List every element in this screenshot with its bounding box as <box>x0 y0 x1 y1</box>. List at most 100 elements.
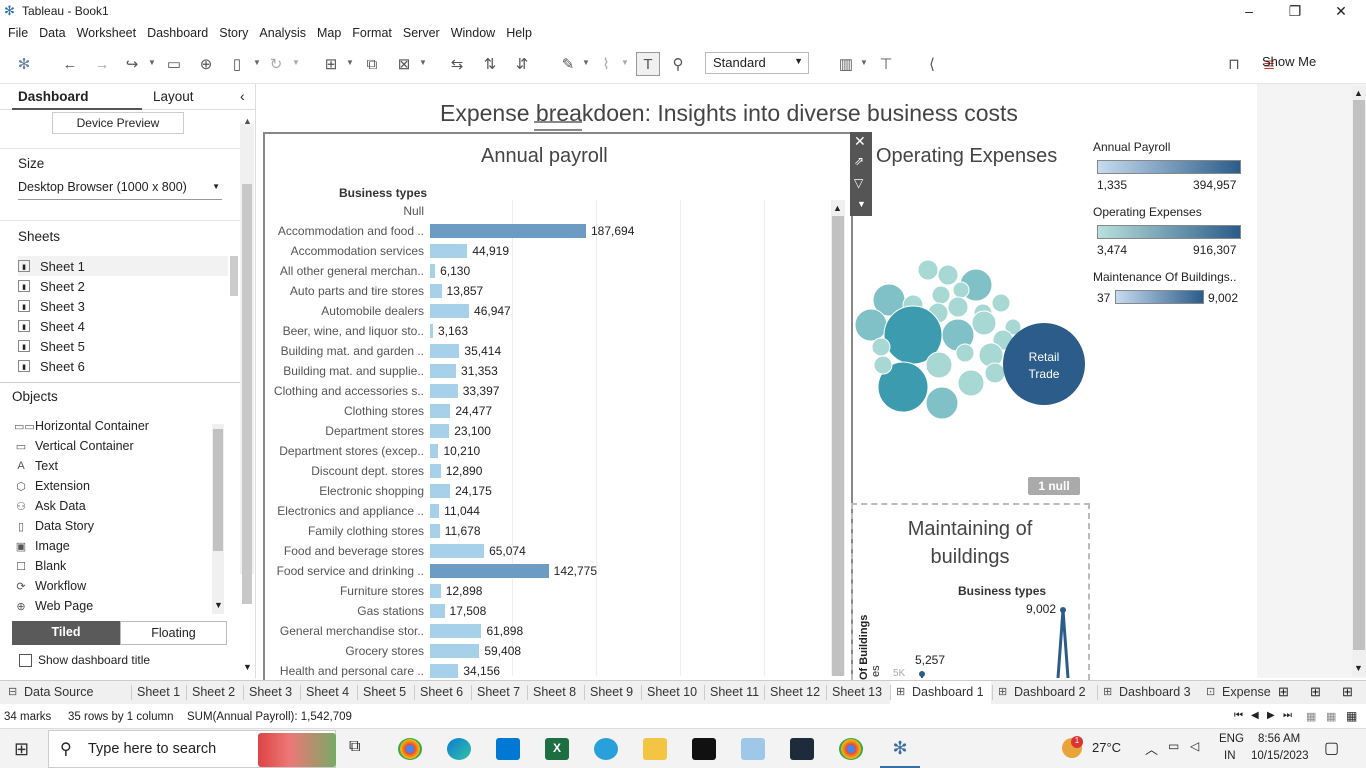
tab-sheet-6[interactable]: Sheet 6 <box>420 685 463 699</box>
bar-row[interactable]: Electronics and appliance .. 11,044 <box>264 501 834 521</box>
presentation-mode-icon[interactable]: ⊤ <box>874 52 898 76</box>
expense-bubble[interactable] <box>931 285 951 305</box>
group-members-icon[interactable]: ⌇ <box>594 52 618 76</box>
sheet-item-2[interactable]: ▮ Sheet 2 <box>18 276 228 296</box>
save-icon[interactable]: ▭ <box>162 52 186 76</box>
menu-story[interactable]: Story <box>219 26 248 40</box>
collapse-pane-icon[interactable]: ‹ <box>240 88 245 104</box>
expense-bubble[interactable] <box>971 310 997 336</box>
replace-data-icon[interactable]: ↪ <box>120 52 144 76</box>
tiled-button[interactable]: Tiled <box>12 621 120 645</box>
bar-row[interactable]: Health and personal care .. 34,156 <box>264 661 834 681</box>
bar-row[interactable]: General merchandise stor.. 61,898 <box>264 621 834 641</box>
expense-bubble[interactable] <box>937 264 959 286</box>
menu-server[interactable]: Server <box>403 26 440 40</box>
new-data-source-icon[interactable]: ⊕ <box>194 52 218 76</box>
bar-row[interactable]: Department stores 23,100 <box>264 421 834 441</box>
bar-row[interactable]: Electronic shopping 24,175 <box>264 481 834 501</box>
sheet-item-6[interactable]: ▮ Sheet 6 <box>18 356 228 376</box>
fix-axes-icon[interactable]: ⚲ <box>666 52 690 76</box>
chevron-down-icon[interactable]: ▼ <box>292 58 300 67</box>
payroll-bar[interactable] <box>430 644 480 658</box>
sheet-item-1[interactable]: ▮ Sheet 1 <box>18 256 228 276</box>
bar-row[interactable]: Building mat. and supplie.. 31,353 <box>264 361 834 381</box>
bar-row[interactable]: Automobile dealers 46,947 <box>264 301 834 321</box>
menu-help[interactable]: Help <box>506 26 532 40</box>
temperature[interactable]: 27°C <box>1092 740 1121 755</box>
object-data-story[interactable]: ▯ Data Story <box>14 516 94 536</box>
windows-start-icon[interactable]: ⊞ <box>14 739 29 760</box>
tab-sheet-1[interactable]: Sheet 1 <box>137 685 180 699</box>
tab-data-source[interactable]: ⊟ Data Source <box>8 685 93 699</box>
object-ask-data[interactable]: ⚇ Ask Data <box>14 496 86 516</box>
clock-date[interactable]: 10/15/2023 <box>1251 750 1309 762</box>
undo-icon[interactable]: ← <box>58 52 82 76</box>
chevron-down-icon[interactable]: ▼ <box>419 58 427 67</box>
payroll-bar[interactable] <box>430 264 436 278</box>
show-tabs-icon[interactable]: ▦ <box>1326 710 1336 723</box>
refresh-icon[interactable]: ↻ <box>264 52 288 76</box>
bar-row[interactable]: Auto parts and tire stores 13,857 <box>264 281 834 301</box>
expense-bubble[interactable] <box>947 296 969 318</box>
duplicate-sheet-icon[interactable]: ⧉ <box>360 52 384 76</box>
retail-trade-bubble[interactable] <box>1003 323 1085 405</box>
next-sheet-icon[interactable]: ▶ <box>1267 710 1275 721</box>
legend-color-ramp[interactable] <box>1115 290 1204 304</box>
swap-rows-columns-icon[interactable]: ⇆ <box>445 52 469 76</box>
telegram-icon[interactable] <box>594 738 618 760</box>
legend-color-ramp[interactable] <box>1097 225 1241 239</box>
scroll-down-icon[interactable]: ▼ <box>1354 663 1363 673</box>
first-sheet-icon[interactable]: ⏮ <box>1234 710 1243 721</box>
sort-descending-icon[interactable]: ⇵ <box>510 52 534 76</box>
new-dashboard-tab-icon[interactable]: ⊞ <box>1310 684 1321 700</box>
bar-row[interactable]: Discount dept. stores 12,890 <box>264 461 834 481</box>
bar-row[interactable]: Accommodation services 44,919 <box>264 241 834 261</box>
bar-row[interactable]: Furniture stores 12,898 <box>264 581 834 601</box>
bar-row[interactable]: Null <box>264 201 834 221</box>
chrome-icon[interactable] <box>398 738 422 760</box>
language[interactable]: ENG <box>1219 733 1244 745</box>
scroll-up-icon[interactable]: ▲ <box>833 203 842 213</box>
bar-row[interactable]: Food and beverage stores 65,074 <box>264 541 834 561</box>
payroll-bar[interactable] <box>430 384 458 398</box>
tab-sheet-7[interactable]: Sheet 7 <box>477 685 520 699</box>
payroll-bar[interactable] <box>430 244 468 258</box>
network-icon[interactable]: ▭ <box>1168 739 1179 753</box>
tab-dashboard-3[interactable]: ⊞ Dashboard 3 <box>1103 685 1191 699</box>
terminal-icon[interactable] <box>692 738 716 760</box>
object-horizontal-container[interactable]: ▭▭ Horizontal Container <box>14 416 149 436</box>
payroll-bar[interactable] <box>430 504 440 518</box>
tab-dashboard[interactable]: Dashboard <box>18 89 89 104</box>
mail-icon[interactable] <box>496 738 520 760</box>
payroll-bar[interactable] <box>430 284 442 298</box>
object-vertical-container[interactable]: ▭ Vertical Container <box>14 436 134 456</box>
payroll-bar[interactable] <box>430 484 451 498</box>
payroll-bar[interactable] <box>430 404 451 418</box>
bar-row[interactable]: Food service and drinking .. 142,775 <box>264 561 834 581</box>
tab-sheet-5[interactable]: Sheet 5 <box>363 685 406 699</box>
tab-sheet-2[interactable]: Sheet 2 <box>192 685 235 699</box>
generic-app-icon[interactable] <box>741 738 765 760</box>
file-explorer-icon[interactable] <box>643 738 667 760</box>
fit-dropdown[interactable]: Standard ▼ <box>705 52 809 74</box>
object-image[interactable]: ▣ Image <box>14 536 70 556</box>
chevron-down-icon[interactable]: ▼ <box>860 58 868 67</box>
chart-scroll-thumb[interactable] <box>832 216 844 676</box>
clear-sheet-icon[interactable]: ⊠ <box>392 52 416 76</box>
expense-bubble[interactable] <box>854 308 888 342</box>
chevron-up-icon[interactable]: ︿ <box>1145 739 1158 758</box>
tab-sheet-12[interactable]: Sheet 12 <box>770 685 820 699</box>
null-badge[interactable]: 1 null <box>1028 477 1080 495</box>
chevron-down-icon[interactable]: ▼ <box>346 58 354 67</box>
tab-sheet-13[interactable]: Sheet 13 <box>832 685 882 699</box>
tab-layout[interactable]: Layout <box>153 89 194 104</box>
go-to-sheet-icon[interactable]: ⇗ <box>854 154 864 168</box>
expense-bubble[interactable] <box>925 386 959 420</box>
expense-bubble[interactable] <box>957 369 985 397</box>
chrome-profile-icon[interactable] <box>839 738 863 760</box>
show-me-button[interactable]: Show Me <box>1262 54 1316 69</box>
share-icon[interactable]: ⟨ <box>920 52 944 76</box>
sheet-item-4[interactable]: ▮ Sheet 4 <box>18 316 228 336</box>
object-web-page[interactable]: ⊕ Web Page <box>14 596 93 616</box>
canvas-scroll-thumb[interactable] <box>1353 100 1365 650</box>
